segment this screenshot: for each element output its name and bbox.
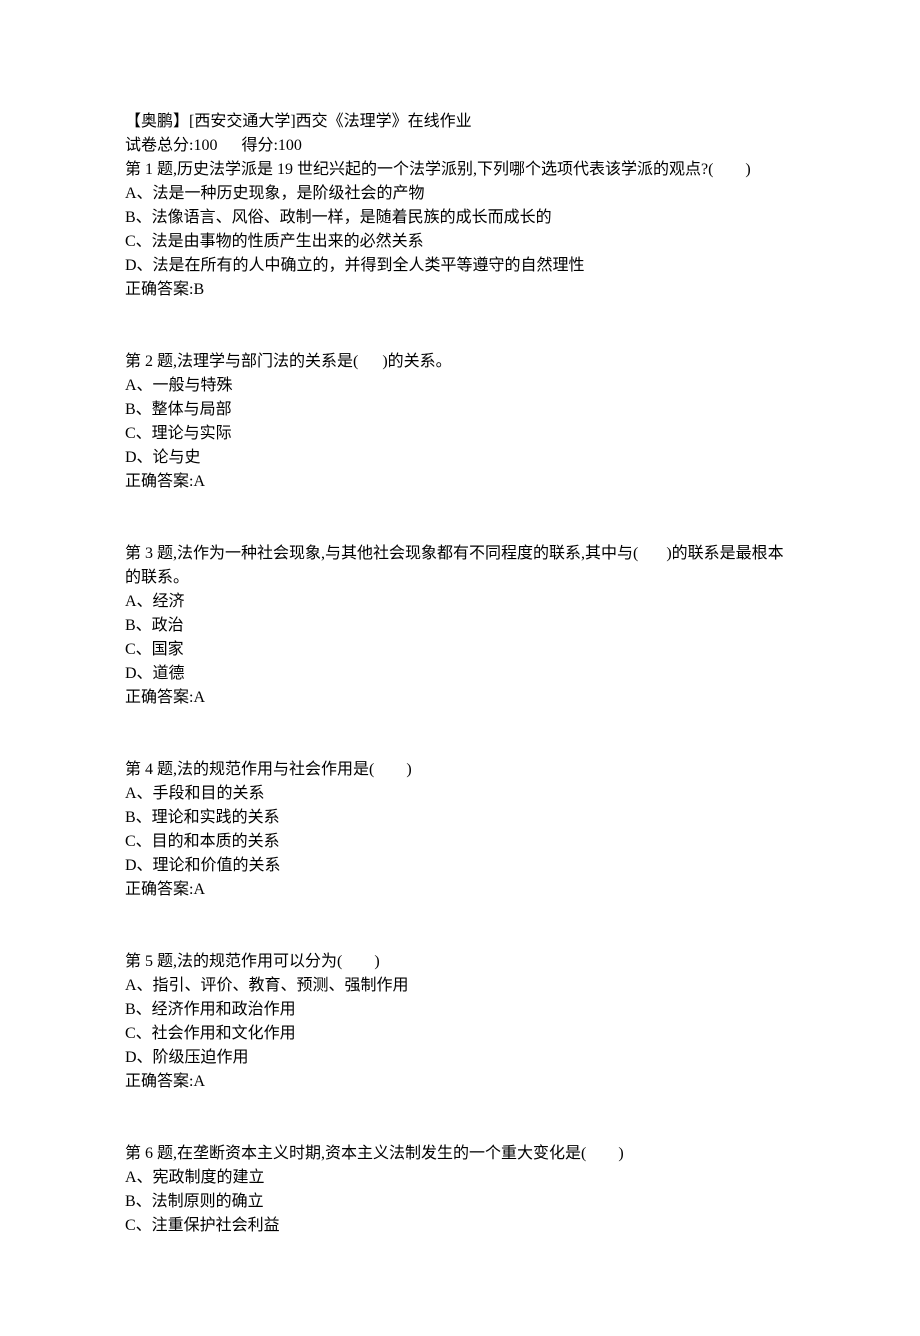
- question-answer: 正确答案:A: [125, 470, 795, 494]
- question-prompt: 第 5 题,法的规范作用可以分为( ): [125, 950, 795, 974]
- question-option: D、法是在所有的人中确立的，并得到全人类平等遵守的自然理性: [125, 254, 795, 278]
- score-line: 试卷总分:100 得分:100: [125, 134, 795, 158]
- question-block: 第 3 题,法作为一种社会现象,与其他社会现象都有不同程度的联系,其中与( )的…: [125, 542, 795, 710]
- question-answer: 正确答案:A: [125, 686, 795, 710]
- question-answer: 正确答案:A: [125, 1070, 795, 1094]
- question-option: A、手段和目的关系: [125, 782, 795, 806]
- question-prompt: 第 4 题,法的规范作用与社会作用是( ): [125, 758, 795, 782]
- document-title: 【奥鹏】[西安交通大学]西交《法理学》在线作业: [125, 110, 795, 134]
- question-option: B、经济作用和政治作用: [125, 998, 795, 1022]
- question-block: 第 2 题,法理学与部门法的关系是( )的关系。A、一般与特殊B、整体与局部C、…: [125, 350, 795, 494]
- question-option: B、法制原则的确立: [125, 1190, 795, 1214]
- question-block: 第 6 题,在垄断资本主义时期,资本主义法制发生的一个重大变化是( )A、宪政制…: [125, 1142, 795, 1238]
- question-option: A、经济: [125, 590, 795, 614]
- question-answer: 正确答案:A: [125, 878, 795, 902]
- question-option: A、法是一种历史现象，是阶级社会的产物: [125, 182, 795, 206]
- questions-container: 第 1 题,历史法学派是 19 世纪兴起的一个法学派别,下列哪个选项代表该学派的…: [125, 158, 795, 1238]
- question-option: C、社会作用和文化作用: [125, 1022, 795, 1046]
- question-option: C、国家: [125, 638, 795, 662]
- question-option: B、整体与局部: [125, 398, 795, 422]
- question-option: C、注重保护社会利益: [125, 1214, 795, 1238]
- question-option: D、论与史: [125, 446, 795, 470]
- question-option: A、宪政制度的建立: [125, 1166, 795, 1190]
- question-option: D、理论和价值的关系: [125, 854, 795, 878]
- question-block: 第 1 题,历史法学派是 19 世纪兴起的一个法学派别,下列哪个选项代表该学派的…: [125, 158, 795, 302]
- question-option: A、一般与特殊: [125, 374, 795, 398]
- question-option: C、法是由事物的性质产生出来的必然关系: [125, 230, 795, 254]
- question-option: B、法像语言、风俗、政制一样，是随着民族的成长而成长的: [125, 206, 795, 230]
- document-header: 【奥鹏】[西安交通大学]西交《法理学》在线作业 试卷总分:100 得分:100: [125, 110, 795, 158]
- question-block: 第 5 题,法的规范作用可以分为( )A、指引、评价、教育、预测、强制作用B、经…: [125, 950, 795, 1094]
- question-block: 第 4 题,法的规范作用与社会作用是( )A、手段和目的关系B、理论和实践的关系…: [125, 758, 795, 902]
- question-option: A、指引、评价、教育、预测、强制作用: [125, 974, 795, 998]
- question-option: C、理论与实际: [125, 422, 795, 446]
- question-prompt: 第 3 题,法作为一种社会现象,与其他社会现象都有不同程度的联系,其中与( )的…: [125, 542, 795, 590]
- question-option: B、政治: [125, 614, 795, 638]
- question-option: D、道德: [125, 662, 795, 686]
- question-prompt: 第 6 题,在垄断资本主义时期,资本主义法制发生的一个重大变化是( ): [125, 1142, 795, 1166]
- question-option: D、阶级压迫作用: [125, 1046, 795, 1070]
- question-option: B、理论和实践的关系: [125, 806, 795, 830]
- question-prompt: 第 2 题,法理学与部门法的关系是( )的关系。: [125, 350, 795, 374]
- question-prompt: 第 1 题,历史法学派是 19 世纪兴起的一个法学派别,下列哪个选项代表该学派的…: [125, 158, 795, 182]
- question-answer: 正确答案:B: [125, 278, 795, 302]
- question-option: C、目的和本质的关系: [125, 830, 795, 854]
